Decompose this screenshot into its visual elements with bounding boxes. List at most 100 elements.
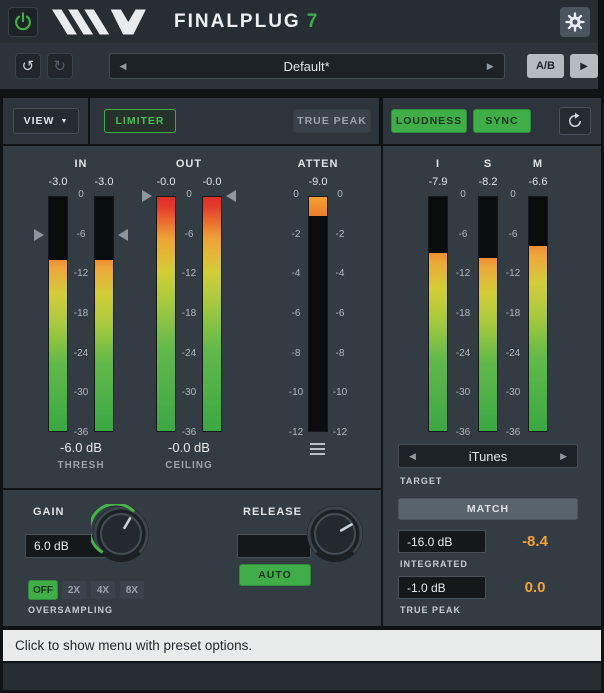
meter-s-value: -8.2	[468, 176, 508, 188]
gain-label: GAIN	[33, 506, 65, 518]
out-meter-right	[202, 196, 222, 432]
true-peak-toggle[interactable]: TRUE PEAK	[293, 109, 371, 133]
in-meter-left-fill	[49, 260, 67, 431]
out-meter-left-fill	[157, 197, 175, 431]
integrated-value: -8.4	[495, 533, 575, 550]
meter-s	[478, 196, 498, 432]
apply-button[interactable]: ▶	[570, 54, 598, 78]
target-value: iTunes	[426, 449, 550, 464]
scale-tick: -30	[182, 388, 196, 398]
scale-tick: -18	[74, 309, 88, 319]
atten-meter-fill	[309, 197, 327, 216]
scale-tick: -2	[292, 230, 301, 240]
preset-name: Default*	[136, 59, 476, 74]
os-4x-label: 4X	[97, 585, 109, 596]
scale-tick: -12	[506, 269, 520, 279]
view-dropdown[interactable]: VIEW ▼	[13, 108, 79, 134]
os-off-label: OFF	[33, 585, 53, 596]
brand-logo-icon	[52, 9, 162, 35]
limiter-cell: LIMITER TRUE PEAK	[90, 98, 379, 144]
scale-tick: -24	[456, 349, 470, 359]
meter-i-value: -7.9	[418, 176, 458, 188]
redo-icon: ↻	[53, 57, 66, 75]
undo-button[interactable]: ↺	[15, 53, 41, 79]
play-icon: ▶	[580, 61, 588, 72]
status-bar: Click to show menu with preset options.	[3, 630, 601, 661]
oversampling-8x-button[interactable]: 8X	[119, 580, 145, 600]
preset-next-icon[interactable]: ▶	[477, 61, 504, 72]
scale-tick: -18	[506, 309, 520, 319]
power-button[interactable]	[8, 7, 38, 37]
scale-tick: -6	[292, 309, 301, 319]
target-label: TARGET	[400, 476, 442, 486]
scale-tick: -18	[182, 309, 196, 319]
thresh-readout[interactable]: -6.0 dB	[31, 440, 131, 455]
oversampling-off-button[interactable]: OFF	[28, 580, 58, 600]
scale-tick: -6	[459, 230, 468, 240]
header-bar: FINALPLUG7	[0, 0, 598, 43]
thresh-marker-right[interactable]	[118, 229, 128, 241]
ab-label: A/B	[536, 60, 555, 72]
preset-selector[interactable]: ◀ Default* ▶	[109, 53, 505, 79]
scale-tick: -12	[456, 269, 470, 279]
meter-s-fill	[479, 258, 497, 431]
gain-knob[interactable]	[91, 504, 151, 564]
os-2x-label: 2X	[68, 585, 80, 596]
in-value-left: -3.0	[38, 176, 78, 188]
thresh-caption: THRESH	[31, 460, 131, 471]
scale-tick: -12	[289, 428, 303, 438]
out-scale: 0-6-12-18-24-30-36	[176, 190, 202, 438]
settings-button[interactable]	[560, 7, 590, 37]
view-cell: VIEW ▼	[3, 98, 88, 144]
view-label: VIEW	[24, 115, 55, 127]
thresh-marker-left[interactable]	[34, 229, 44, 241]
integrated-target-input[interactable]	[398, 530, 486, 553]
loudness-cell: LOUDNESS SYNC	[383, 98, 601, 144]
target-selector[interactable]: ◀ iTunes ▶	[398, 444, 578, 468]
oversampling-4x-button[interactable]: 4X	[90, 580, 116, 600]
target-prev-icon[interactable]: ◀	[399, 451, 426, 462]
ceiling-caption: CEILING	[139, 460, 239, 471]
oversampling-2x-button[interactable]: 2X	[61, 580, 87, 600]
ab-compare-button[interactable]: A/B	[527, 54, 565, 78]
meter-i	[428, 196, 448, 432]
scale-tick: -12	[182, 269, 196, 279]
scale-tick: -8	[292, 349, 301, 359]
true-peak-value: 0.0	[495, 579, 575, 596]
true-peak-target-input[interactable]	[398, 576, 486, 599]
release-knob[interactable]	[305, 504, 365, 564]
meter-i-label: I	[418, 158, 458, 170]
integrated-label: INTEGRATED	[400, 559, 468, 569]
ceiling-marker-left[interactable]	[142, 190, 152, 202]
preset-prev-icon[interactable]: ◀	[110, 61, 137, 72]
limiter-toggle[interactable]: LIMITER	[104, 109, 176, 133]
scale-tick: -36	[456, 428, 470, 438]
sync-label: SYNC	[485, 115, 518, 127]
scale-tick: -10	[333, 388, 347, 398]
meter-s-label: S	[468, 158, 508, 170]
loudness-toggle[interactable]: LOUDNESS	[391, 109, 467, 133]
sync-toggle[interactable]: SYNC	[473, 109, 531, 133]
scale-tick: -24	[182, 349, 196, 359]
redo-button[interactable]: ↻	[47, 53, 73, 79]
chevron-down-icon: ▼	[60, 118, 68, 125]
target-next-icon[interactable]: ▶	[550, 451, 577, 462]
atten-meter	[308, 196, 328, 432]
status-text: Click to show menu with preset options.	[15, 638, 252, 653]
ceiling-readout[interactable]: -0.0 dB	[139, 440, 239, 455]
scale-tick: -10	[289, 388, 303, 398]
refresh-button[interactable]	[559, 107, 591, 135]
scale-tick: -2	[336, 230, 345, 240]
ceiling-marker-right[interactable]	[226, 190, 236, 202]
auto-label: AUTO	[258, 569, 292, 581]
auto-release-toggle[interactable]: AUTO	[239, 564, 311, 586]
scale-tick: -36	[182, 428, 196, 438]
scale-tick: -4	[336, 269, 345, 279]
atten-menu-button[interactable]	[306, 440, 328, 458]
in-label: IN	[48, 158, 114, 170]
match-button[interactable]: MATCH	[398, 498, 578, 520]
atten-label: ATTEN	[285, 158, 351, 170]
in-meter-right	[94, 196, 114, 432]
scale-tick: 0	[510, 190, 516, 200]
release-input[interactable]	[237, 534, 311, 558]
